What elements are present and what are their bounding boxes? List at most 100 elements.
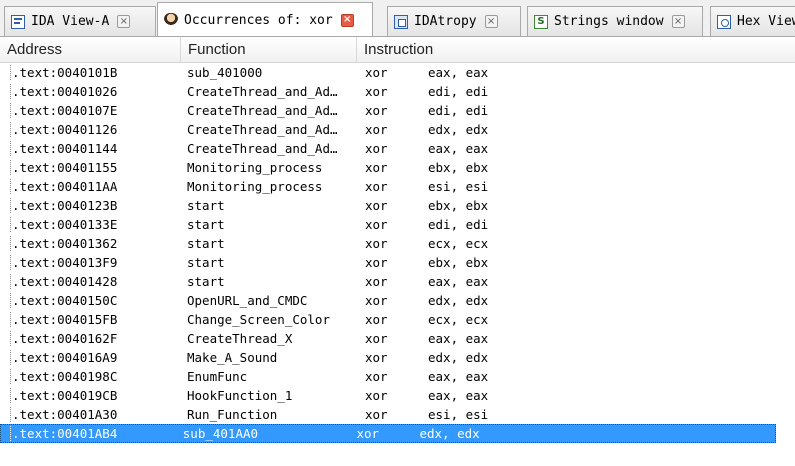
table-row[interactable]: .text:004015FB Change_Screen_Color xor ecx,… (0, 310, 795, 329)
table-body: .text:0040101B sub_401000 xor eax, eax .text… (0, 63, 795, 443)
tab-idatropy[interactable]: IDAtropy × (387, 6, 521, 36)
table-row[interactable]: .text:0040198C EnumFunc xor eax, eax (0, 367, 795, 386)
operands: eax, eax (428, 65, 489, 80)
function-cell: Change_Screen_Color (187, 312, 330, 327)
table-row[interactable]: .text:004019CB HookFunction_1 xor eax, eax (0, 386, 795, 405)
table-row[interactable]: .text:00401A30 Run_Function xor esi, esi (0, 405, 795, 424)
instruction-cell: xor ebx, ebx (363, 160, 795, 175)
mnemonic: xor (365, 141, 388, 156)
mnemonic: xor (365, 255, 388, 270)
function-cell: HookFunction_1 (187, 388, 293, 403)
table-row[interactable]: .text:004016A9 Make_A_Sound xor edx, edx (0, 348, 795, 367)
function-cell: start (187, 198, 225, 213)
tab-hex-view[interactable]: Hex View × (710, 6, 795, 36)
close-icon[interactable]: × (340, 13, 354, 27)
instruction-cell: xor edx, edx (363, 350, 795, 365)
address-cell: .text:00401362 (0, 236, 185, 251)
operands: ecx, ecx (428, 236, 489, 251)
address-cell: .text:00401126 (0, 122, 185, 137)
operands: edi, edi (428, 217, 489, 232)
function-cell: Run_Function (187, 407, 278, 422)
instruction-cell: xor esi, esi (363, 179, 795, 194)
table-row[interactable]: .text:00401428 start xor eax, eax (0, 272, 795, 291)
address-cell: .text:0040198C (0, 369, 185, 384)
function-cell: sub_401AA0 (182, 426, 259, 441)
instruction-cell: xor esi, esi (363, 407, 795, 422)
function-cell: start (187, 274, 225, 289)
operands: edi, edi (428, 84, 489, 99)
table-row[interactable]: .text:00401362 start xor ecx, ecx (0, 234, 795, 253)
tab-label: IDAtropy (414, 14, 477, 29)
tab-occurrences-of-xor[interactable]: Occurrences of: xor × (157, 2, 373, 36)
table-row[interactable]: .text:0040101B sub_401000 xor eax, eax (0, 63, 795, 82)
table-row[interactable]: .text:00401126 CreateThread_and_Ad… xor edx… (0, 120, 795, 139)
table-row-selected[interactable]: .text:00401AB4 sub_401AA0 xor edx, edx (0, 424, 776, 443)
mnemonic: xor (365, 179, 388, 194)
mnemonic: xor (365, 293, 388, 308)
table-row[interactable]: .text:0040133E start xor edi, edi (0, 215, 795, 234)
function-cell: CreateThread_and_Ad… (187, 122, 338, 137)
function-cell: Make_A_Sound (187, 350, 278, 365)
function-cell: CreateThread_and_Ad… (187, 103, 338, 118)
address-cell: .text:00401026 (0, 84, 185, 99)
function-cell: sub_401000 (187, 65, 263, 80)
table-row[interactable]: .text:004011AA Monitoring_process xor esi, … (0, 177, 795, 196)
table-row[interactable]: .text:00401144 CreateThread_and_Ad… xor eax… (0, 139, 795, 158)
operands: eax, eax (428, 388, 489, 403)
table-row[interactable]: .text:00401155 Monitoring_process xor ebx, … (0, 158, 795, 177)
function-cell: CreateThread_and_Ad… (187, 84, 338, 99)
close-icon[interactable]: × (671, 15, 685, 28)
instruction-cell: xor ecx, ecx (363, 312, 795, 327)
table-row[interactable]: .text:00401026 CreateThread_and_Ad… xor edi… (0, 82, 795, 101)
tab-label: Occurrences of: xor (184, 12, 333, 28)
instruction-cell: xor eax, eax (363, 141, 795, 156)
table-row[interactable]: .text:0040162F CreateThread_X xor eax, eax (0, 329, 795, 348)
tab-ida-view-a[interactable]: IDA View-A × (4, 6, 156, 36)
idatropy-icon (394, 14, 408, 29)
address-cell: .text:00401428 (0, 274, 185, 289)
operands: esi, esi (428, 179, 489, 194)
table-row[interactable]: .text:0040123B start xor ebx, ebx (0, 196, 795, 215)
mnemonic: xor (356, 426, 380, 441)
function-cell: EnumFunc (187, 369, 248, 384)
function-cell: Monitoring_process (187, 179, 323, 194)
operands: esi, esi (428, 407, 489, 422)
operands: edx, edx (419, 426, 480, 441)
function-cell: start (187, 217, 225, 232)
occurrences-table: Address Function Instruction .text:00401… (0, 37, 795, 466)
table-row[interactable]: .text:004013F9 start xor ebx, ebx (0, 253, 795, 272)
mnemonic: xor (365, 160, 388, 175)
mnemonic: xor (365, 198, 388, 213)
instruction-cell: xor eax, eax (363, 388, 795, 403)
operands: ebx, ebx (428, 255, 489, 270)
instruction-cell: xor ecx, ecx (363, 236, 795, 251)
operands: edx, edx (428, 293, 489, 308)
mnemonic: xor (365, 122, 388, 137)
tab-strings-window[interactable]: S Strings window × (527, 6, 703, 36)
tab-label: Hex View (737, 14, 795, 29)
instruction-cell: xor eax, eax (363, 65, 795, 80)
column-header-instruction[interactable]: Instruction (357, 37, 795, 62)
operands: eax, eax (428, 369, 489, 384)
function-cell: Monitoring_process (187, 160, 323, 175)
operands: ebx, ebx (428, 198, 489, 213)
mnemonic: xor (365, 350, 388, 365)
table-row[interactable]: .text:0040150C OpenURL_and_CMDC xor edx, ed… (0, 291, 795, 310)
table-row[interactable]: .text:0040107E CreateThread_and_Ad… xor edi… (0, 101, 795, 120)
instruction-cell: xor ebx, ebx (363, 255, 795, 270)
operands: ebx, ebx (428, 160, 489, 175)
close-icon[interactable]: × (484, 15, 498, 28)
mnemonic: xor (365, 103, 388, 118)
close-icon[interactable]: × (117, 15, 131, 28)
mnemonic: xor (365, 84, 388, 99)
address-cell: .text:00401AB4 (0, 426, 181, 441)
address-cell: .text:00401A30 (0, 407, 185, 422)
tab-label: IDA View-A (31, 14, 110, 29)
column-header-address[interactable]: Address (0, 37, 181, 62)
column-header-function[interactable]: Function (181, 37, 357, 62)
address-cell: .text:0040101B (0, 65, 185, 80)
instruction-cell: xor edx, edx (363, 122, 795, 137)
address-cell: .text:004019CB (0, 388, 185, 403)
operands: eax, eax (428, 331, 489, 346)
address-cell: .text:00401155 (0, 160, 185, 175)
